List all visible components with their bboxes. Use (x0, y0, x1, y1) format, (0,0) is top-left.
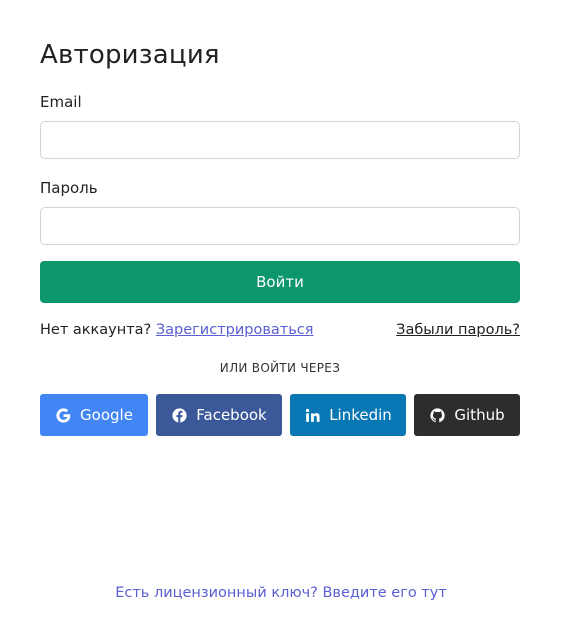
github-label: Github (454, 406, 505, 424)
social-divider-text: ИЛИ ВОЙТИ ЧЕРЕЗ (219, 361, 341, 375)
auth-links-row: Нет аккаунта? Зарегистрироваться Забыли … (40, 322, 520, 338)
password-label: Пароль (40, 179, 98, 197)
facebook-label: Facebook (196, 406, 267, 424)
license-key-link[interactable]: Есть лицензионный ключ? Введите его тут (115, 585, 447, 601)
facebook-icon (171, 407, 188, 424)
github-login-button[interactable]: Github (414, 394, 520, 436)
social-login-buttons: Google Facebook Linkedin Github (40, 394, 520, 436)
linkedin-login-button[interactable]: Linkedin (290, 394, 406, 436)
forgot-password-link[interactable]: Забыли пароль? (396, 322, 520, 338)
linkedin-icon (304, 407, 321, 424)
login-button[interactable]: Войти (40, 261, 520, 303)
no-account-text: Нет аккаунта? (40, 322, 152, 338)
email-field[interactable] (40, 121, 520, 159)
google-login-button[interactable]: Google (40, 394, 148, 436)
linkedin-label: Linkedin (329, 406, 392, 424)
github-icon (429, 407, 446, 424)
google-icon (55, 407, 72, 424)
register-link[interactable]: Зарегистрироваться (156, 322, 314, 338)
password-field[interactable] (40, 207, 520, 245)
google-label: Google (80, 406, 133, 424)
email-label: Email (40, 93, 82, 111)
footer: Есть лицензионный ключ? Введите его тут (0, 585, 562, 601)
facebook-login-button[interactable]: Facebook (156, 394, 282, 436)
page-title: Авторизация (40, 40, 220, 70)
